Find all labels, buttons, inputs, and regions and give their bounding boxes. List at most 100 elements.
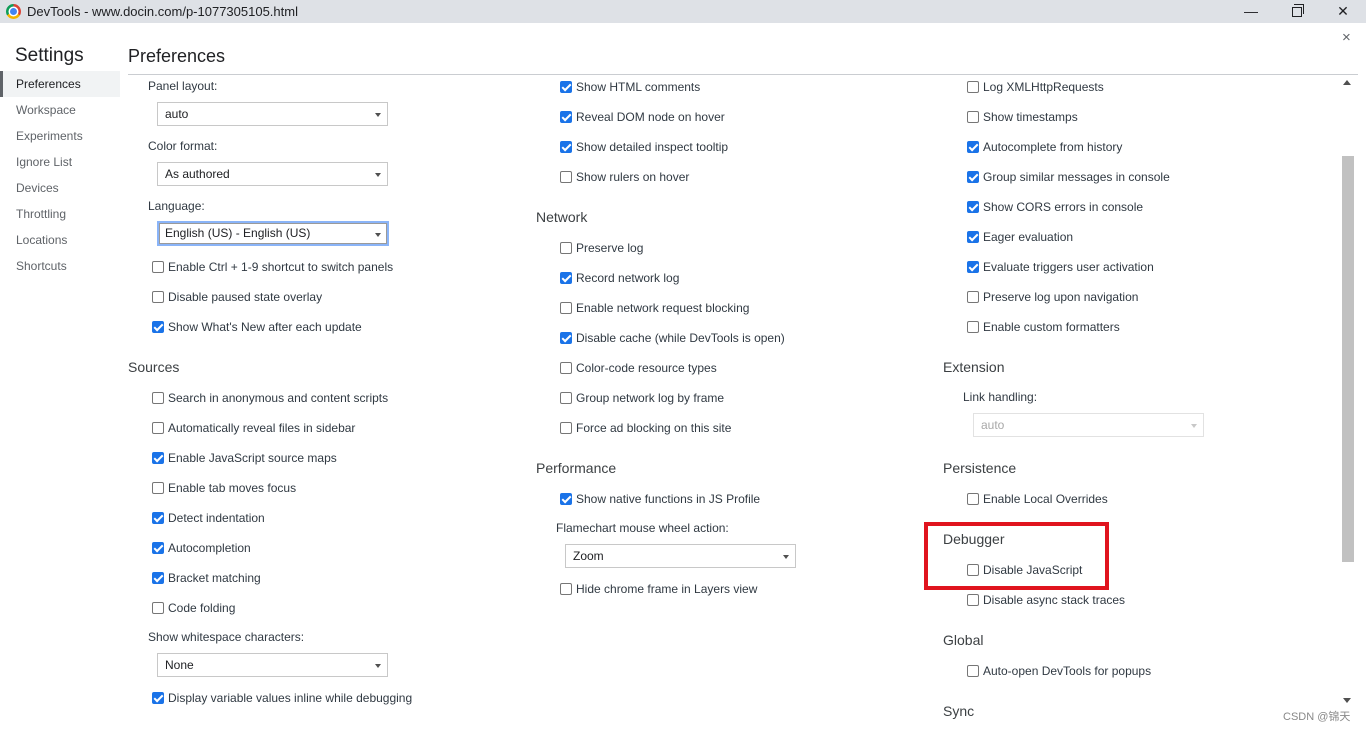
checkbox-box[interactable] xyxy=(967,261,979,273)
checkbox-label: Show rulers on hover xyxy=(576,170,690,184)
checkbox-box[interactable] xyxy=(152,392,164,404)
preserve-log-checkbox[interactable]: Preserve log xyxy=(560,240,643,256)
detailed-inspect-tooltip-checkbox[interactable]: Show detailed inspect tooltip xyxy=(560,139,728,155)
sidebar-item-workspace[interactable]: Workspace xyxy=(0,97,120,123)
checkbox-box[interactable] xyxy=(560,272,572,284)
sidebar-item-ignore-list[interactable]: Ignore List xyxy=(0,149,120,175)
auto-open-popups-checkbox[interactable]: Auto-open DevTools for popups xyxy=(967,663,1151,679)
scroll-down-arrow-icon[interactable] xyxy=(1343,698,1351,703)
checkbox-box[interactable] xyxy=(152,542,164,554)
sidebar-item-devices[interactable]: Devices xyxy=(0,175,120,201)
scroll-up-arrow-icon[interactable] xyxy=(1343,80,1351,85)
checkbox-box[interactable] xyxy=(967,594,979,606)
checkbox-box[interactable] xyxy=(560,392,572,404)
show-rulers-checkbox[interactable]: Show rulers on hover xyxy=(560,169,689,185)
checkbox-box[interactable] xyxy=(967,201,979,213)
js-source-maps-checkbox[interactable]: Enable JavaScript source maps xyxy=(152,450,337,466)
checkbox-box[interactable] xyxy=(967,141,979,153)
auto-reveal-files-checkbox[interactable]: Automatically reveal files in sidebar xyxy=(152,420,355,436)
checkbox-box[interactable] xyxy=(152,572,164,584)
sidebar-item-preferences[interactable]: Preferences xyxy=(0,71,120,97)
enable-ctrl-shortcut-checkbox[interactable]: Enable Ctrl + 1-9 shortcut to switch pan… xyxy=(152,259,393,275)
checkbox-box[interactable] xyxy=(152,452,164,464)
inline-values-checkbox[interactable]: Display variable values inline while deb… xyxy=(152,690,412,706)
sidebar-item-experiments[interactable]: Experiments xyxy=(0,123,120,149)
settings-title: Settings xyxy=(15,45,84,66)
checkbox-box[interactable] xyxy=(560,332,572,344)
force-ad-blocking-checkbox[interactable]: Force ad blocking on this site xyxy=(560,420,731,436)
color-code-resources-checkbox[interactable]: Color-code resource types xyxy=(560,360,717,376)
show-timestamps-checkbox[interactable]: Show timestamps xyxy=(967,109,1078,125)
record-network-log-checkbox[interactable]: Record network log xyxy=(560,270,679,286)
checkbox-box[interactable] xyxy=(152,602,164,614)
checkbox-box[interactable] xyxy=(967,321,979,333)
sidebar-item-throttling[interactable]: Throttling xyxy=(0,201,120,227)
checkbox-box[interactable] xyxy=(152,482,164,494)
color-format-select[interactable]: As authored xyxy=(157,162,388,186)
checkbox-box[interactable] xyxy=(152,261,164,273)
preserve-log-navigation-checkbox[interactable]: Preserve log upon navigation xyxy=(967,289,1138,305)
checkbox-box[interactable] xyxy=(967,171,979,183)
disable-cache-checkbox[interactable]: Disable cache (while DevTools is open) xyxy=(560,330,785,346)
maximize-button[interactable] xyxy=(1274,0,1320,23)
checkbox-box[interactable] xyxy=(560,583,572,595)
detect-indentation-checkbox[interactable]: Detect indentation xyxy=(152,510,265,526)
checkbox-box[interactable] xyxy=(560,242,572,254)
autocompletion-checkbox[interactable]: Autocompletion xyxy=(152,540,251,556)
checkbox-box[interactable] xyxy=(967,231,979,243)
search-anonymous-scripts-checkbox[interactable]: Search in anonymous and content scripts xyxy=(152,390,388,406)
disable-paused-overlay-checkbox[interactable]: Disable paused state overlay xyxy=(152,289,322,305)
show-whats-new-checkbox[interactable]: Show What's New after each update xyxy=(152,319,362,335)
log-xhr-checkbox[interactable]: Log XMLHttpRequests xyxy=(967,79,1104,95)
code-folding-checkbox[interactable]: Code folding xyxy=(152,600,235,616)
checkbox-box[interactable] xyxy=(967,291,979,303)
checkbox-box[interactable] xyxy=(967,111,979,123)
bracket-matching-checkbox[interactable]: Bracket matching xyxy=(152,570,261,586)
chevron-down-icon xyxy=(375,173,381,177)
eager-evaluation-checkbox[interactable]: Eager evaluation xyxy=(967,229,1073,245)
checkbox-box[interactable] xyxy=(560,171,572,183)
disable-async-stack-traces-checkbox[interactable]: Disable async stack traces xyxy=(967,592,1125,608)
checkbox-box[interactable] xyxy=(560,81,572,93)
checkbox-box[interactable] xyxy=(967,493,979,505)
tab-moves-focus-checkbox[interactable]: Enable tab moves focus xyxy=(152,480,296,496)
checkbox-box[interactable] xyxy=(560,111,572,123)
window-close-button[interactable]: ✕ xyxy=(1320,0,1366,23)
checkbox-label: Enable Local Overrides xyxy=(983,492,1108,506)
checkbox-box[interactable] xyxy=(560,141,572,153)
sidebar-item-locations[interactable]: Locations xyxy=(0,227,120,253)
native-functions-checkbox[interactable]: Show native functions in JS Profile xyxy=(560,491,760,507)
checkbox-label: Search in anonymous and content scripts xyxy=(168,391,389,405)
language-select[interactable]: English (US) - English (US) xyxy=(157,221,389,246)
scrollbar-thumb[interactable] xyxy=(1342,156,1354,562)
hide-chrome-frame-checkbox[interactable]: Hide chrome frame in Layers view xyxy=(560,581,757,597)
checkbox-box[interactable] xyxy=(967,81,979,93)
group-by-frame-checkbox[interactable]: Group network log by frame xyxy=(560,390,724,406)
request-blocking-checkbox[interactable]: Enable network request blocking xyxy=(560,300,749,316)
minimize-button[interactable]: — xyxy=(1228,0,1274,23)
checkbox-box[interactable] xyxy=(560,493,572,505)
evaluate-triggers-activation-checkbox[interactable]: Evaluate triggers user activation xyxy=(967,259,1154,275)
checkbox-box[interactable] xyxy=(967,665,979,677)
checkbox-box[interactable] xyxy=(560,362,572,374)
local-overrides-checkbox[interactable]: Enable Local Overrides xyxy=(967,491,1108,507)
autocomplete-history-checkbox[interactable]: Autocomplete from history xyxy=(967,139,1122,155)
settings-close-button[interactable]: × xyxy=(1342,29,1351,46)
checkbox-box[interactable] xyxy=(560,422,572,434)
show-cors-errors-checkbox[interactable]: Show CORS errors in console xyxy=(967,199,1143,215)
link-handling-value: auto xyxy=(981,418,1005,432)
panel-layout-select[interactable]: auto xyxy=(157,102,388,126)
checkbox-box[interactable] xyxy=(152,291,164,303)
checkbox-box[interactable] xyxy=(560,302,572,314)
reveal-dom-node-checkbox[interactable]: Reveal DOM node on hover xyxy=(560,109,725,125)
checkbox-box[interactable] xyxy=(152,512,164,524)
custom-formatters-checkbox[interactable]: Enable custom formatters xyxy=(967,319,1120,335)
group-similar-messages-checkbox[interactable]: Group similar messages in console xyxy=(967,169,1170,185)
flamechart-select[interactable]: Zoom xyxy=(565,544,796,568)
checkbox-box[interactable] xyxy=(152,422,164,434)
checkbox-box[interactable] xyxy=(152,321,164,333)
sidebar-item-shortcuts[interactable]: Shortcuts xyxy=(0,253,120,279)
checkbox-box[interactable] xyxy=(152,692,164,704)
whitespace-select[interactable]: None xyxy=(157,653,388,677)
show-html-comments-checkbox[interactable]: Show HTML comments xyxy=(560,79,700,95)
